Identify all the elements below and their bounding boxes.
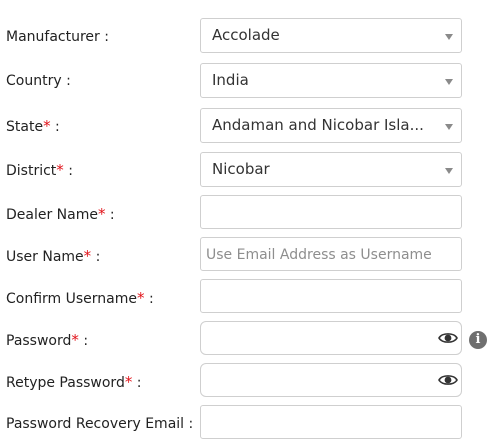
password-input[interactable]: [200, 321, 462, 355]
retype-password-label: Retype Password* :: [6, 373, 142, 391]
required-marker: *: [137, 289, 145, 307]
country-label: Country :: [6, 73, 71, 89]
info-icon[interactable]: i: [469, 331, 487, 349]
recovery-email-input[interactable]: [200, 405, 462, 439]
chevron-down-icon: [445, 79, 453, 85]
chevron-down-icon: [445, 124, 453, 130]
eye-icon[interactable]: [438, 373, 458, 387]
confirm-username-label: Confirm Username* :: [6, 289, 154, 307]
required-marker: *: [56, 161, 64, 179]
user-name-label: User Name* :: [6, 247, 101, 265]
confirm-username-input[interactable]: [200, 279, 462, 313]
required-marker: *: [43, 117, 51, 135]
manufacturer-label: Manufacturer :: [6, 29, 109, 45]
user-name-input[interactable]: Use Email Address as Username: [200, 237, 462, 271]
district-value: Nicobar: [212, 160, 270, 178]
dealer-name-label: Dealer Name* :: [6, 205, 115, 223]
country-select[interactable]: India: [200, 63, 462, 98]
eye-icon[interactable]: [438, 331, 458, 345]
state-value: Andaman and Nicobar Isla...: [212, 116, 424, 134]
state-select[interactable]: Andaman and Nicobar Isla...: [200, 108, 462, 143]
required-marker: *: [71, 331, 79, 349]
dealer-name-input[interactable]: [200, 195, 462, 229]
manufacturer-value: Accolade: [212, 26, 280, 44]
chevron-down-icon: [445, 168, 453, 174]
district-label: District* :: [6, 161, 73, 179]
state-label: State* :: [6, 117, 60, 135]
retype-password-input[interactable]: [200, 363, 462, 397]
chevron-down-icon: [445, 34, 453, 40]
password-label: Password* :: [6, 331, 89, 349]
user-name-placeholder: Use Email Address as Username: [206, 247, 432, 263]
country-value: India: [212, 71, 249, 89]
recovery-email-label: Password Recovery Email :: [6, 416, 194, 432]
district-select[interactable]: Nicobar: [200, 152, 462, 187]
manufacturer-select[interactable]: Accolade: [200, 18, 462, 53]
